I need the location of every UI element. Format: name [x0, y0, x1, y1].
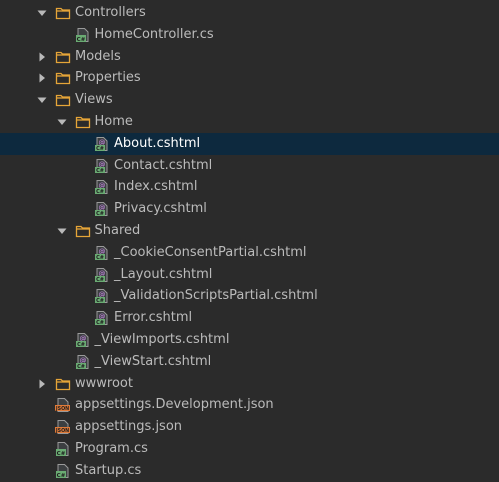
razor-file-icon: @ C# — [75, 354, 91, 370]
chevron-down-icon[interactable] — [56, 225, 68, 237]
folder-icon — [55, 70, 71, 86]
chevron-right-icon[interactable] — [36, 378, 48, 390]
tree-row[interactable]: @ C# Error.cshtml — [0, 307, 499, 329]
svg-text:C#: C# — [76, 37, 85, 43]
tree-row[interactable]: Home — [0, 111, 499, 133]
tree-item-label: Error.cshtml — [114, 310, 193, 326]
tree-row[interactable]: @ C# _ViewImports.cshtml — [0, 329, 499, 351]
solution-explorer-tree: Controllers C# HomeController.cs Models Prop… — [0, 0, 499, 480]
razor-file-icon: @ C# — [94, 245, 110, 261]
tree-item-label: _Layout.cshtml — [114, 266, 213, 282]
svg-text:C#: C# — [77, 342, 85, 348]
tree-row[interactable]: @ C# Privacy.cshtml — [0, 198, 499, 220]
tree-item-label: Controllers — [75, 5, 146, 20]
tree-item-label: Views — [75, 92, 113, 108]
svg-text:C#: C# — [96, 277, 104, 283]
tree-row[interactable]: @ C# _CookieConsentPartial.cshtml — [0, 242, 499, 264]
razor-file-icon: @ C# — [94, 267, 110, 283]
json-file-icon: JSON — [55, 419, 71, 435]
tree-item-label: wwwroot — [75, 375, 133, 391]
svg-text:C#: C# — [57, 473, 66, 479]
tree-row[interactable]: wwwroot — [0, 373, 499, 395]
chevron-down-icon[interactable] — [56, 116, 68, 128]
tree-item-label: About.cshtml — [114, 135, 201, 151]
tree-item-label: Contact.cshtml — [114, 157, 213, 173]
tree-row[interactable]: JSON appsettings.Development.json — [0, 394, 499, 416]
tree-item-label: Program.cs — [75, 441, 148, 456]
svg-text:C#: C# — [96, 189, 104, 195]
tree-row[interactable]: C# HomeController.cs — [0, 24, 499, 46]
tree-row[interactable]: @ C# _ViewStart.cshtml — [0, 351, 499, 373]
razor-file-icon: @ C# — [94, 179, 110, 195]
chevron-down-icon[interactable] — [36, 7, 48, 19]
tree-row[interactable]: @ C# Contact.cshtml — [0, 155, 499, 177]
json-file-icon: JSON — [55, 397, 71, 413]
svg-text:C#: C# — [96, 168, 104, 174]
folder-icon — [75, 114, 91, 130]
tree-item-label: appsettings.Development.json — [75, 397, 274, 413]
folder-icon — [55, 5, 71, 21]
tree-item-label: _CookieConsentPartial.cshtml — [114, 244, 307, 260]
tree-row[interactable]: Views — [0, 89, 499, 111]
tree-item-label: Models — [75, 48, 121, 64]
tree-row[interactable]: C# Startup.cs — [0, 460, 499, 482]
tree-row[interactable]: @ C# _Layout.cshtml — [0, 264, 499, 286]
csharp-file-icon: C# — [55, 441, 71, 457]
svg-text:JSON: JSON — [55, 428, 69, 434]
tree-row[interactable]: @ C# _ValidationScriptsPartial.cshtml — [0, 285, 499, 307]
svg-text:C#: C# — [96, 320, 104, 326]
folder-icon — [75, 223, 91, 239]
svg-text:C#: C# — [96, 298, 104, 304]
razor-file-icon: @ C# — [94, 158, 110, 174]
tree-item-label: appsettings.json — [75, 419, 183, 435]
svg-text:C#: C# — [77, 364, 85, 370]
svg-text:C#: C# — [96, 146, 104, 152]
razor-file-icon: @ C# — [94, 136, 110, 152]
tree-item-label: Privacy.cshtml — [114, 201, 207, 217]
tree-item-label: Shared — [94, 223, 141, 238]
csharp-file-icon: C# — [75, 27, 91, 43]
folder-icon — [55, 49, 71, 65]
tree-row[interactable]: Shared — [0, 220, 499, 242]
tree-row[interactable]: C# Program.cs — [0, 438, 499, 460]
tree-row[interactable]: @ C# About.cshtml — [0, 132, 499, 155]
tree-item-label: _ViewImports.cshtml — [94, 332, 230, 347]
tree-item-label: _ValidationScriptsPartial.cshtml — [114, 288, 318, 304]
razor-file-icon: @ C# — [94, 310, 110, 326]
razor-file-icon: @ C# — [94, 288, 110, 304]
chevron-right-icon[interactable] — [36, 51, 48, 63]
svg-text:JSON: JSON — [55, 406, 69, 412]
svg-text:C#: C# — [57, 451, 66, 457]
tree-row[interactable]: Controllers — [0, 2, 499, 24]
tree-item-label: Home — [94, 114, 133, 129]
folder-icon — [55, 376, 71, 392]
csharp-file-icon: C# — [55, 463, 71, 479]
chevron-down-icon[interactable] — [36, 94, 48, 106]
folder-icon — [55, 92, 71, 108]
tree-item-label: HomeController.cs — [94, 26, 214, 42]
tree-row[interactable]: @ C# Index.cshtml — [0, 176, 499, 198]
tree-item-label: _ViewStart.cshtml — [94, 353, 212, 369]
tree-item-label: Startup.cs — [75, 462, 142, 478]
tree-row[interactable]: JSON appsettings.json — [0, 416, 499, 438]
razor-file-icon: @ C# — [75, 332, 91, 348]
tree-row[interactable]: Models — [0, 46, 499, 68]
svg-text:C#: C# — [96, 211, 104, 217]
svg-text:C#: C# — [96, 255, 104, 261]
tree-item-label: Index.cshtml — [114, 179, 198, 195]
chevron-right-icon[interactable] — [36, 72, 48, 84]
razor-file-icon: @ C# — [94, 201, 110, 217]
tree-item-label: Properties — [75, 70, 141, 86]
tree-row[interactable]: Properties — [0, 67, 499, 89]
